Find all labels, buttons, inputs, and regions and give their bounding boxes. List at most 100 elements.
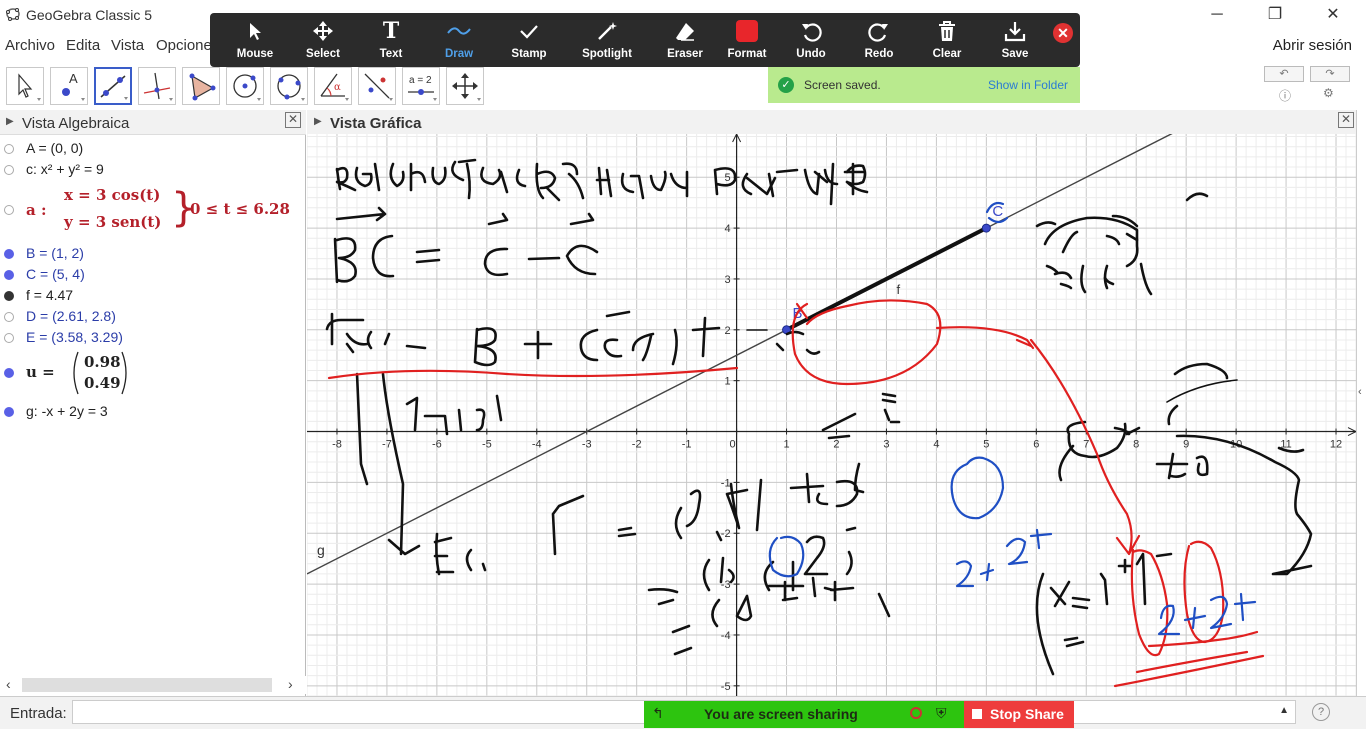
visibility-toggle[interactable] [4, 144, 14, 154]
drag-handle-icon[interactable]: ↰ [652, 705, 664, 722]
format-button[interactable]: Format [716, 13, 778, 67]
move-graphics-tool-icon [452, 73, 481, 101]
algebra-row[interactable]: f = 4.47 [0, 287, 300, 307]
grid [307, 134, 1356, 696]
circle-three-points-tool-button[interactable] [270, 67, 308, 105]
close-annotation-toolbar-button[interactable]: ✕ [1053, 23, 1073, 43]
visibility-toggle[interactable] [4, 205, 14, 215]
algebra-row[interactable]: g: -x + 2y = 3 [0, 403, 300, 423]
text-button[interactable]: T Text [360, 13, 422, 67]
move-graphics-tool-button[interactable] [446, 67, 484, 105]
graphics-view-title: Vista Gráfica [330, 115, 422, 132]
menu-vista[interactable]: Vista [111, 37, 144, 54]
undo-button[interactable]: Undo [780, 13, 842, 67]
algebra-row[interactable]: E = (3.58, 3.29) [0, 329, 300, 349]
algebra-row[interactable]: D = (2.61, 2.8) [0, 308, 300, 328]
x-tick-label: 2 [833, 439, 839, 451]
menu-edita[interactable]: Edita [66, 37, 100, 54]
stop-square-icon [972, 709, 982, 719]
window-title: GeoGebra Classic 5 [26, 7, 153, 23]
redo-small-button[interactable]: ↷ [1310, 66, 1350, 82]
screen-sharing-bar: ↰ You are screen sharing ⛨ [644, 701, 964, 728]
angle-tool-button[interactable]: α [314, 67, 352, 105]
algebra-row[interactable]: A = (0, 0) [0, 140, 300, 160]
stop-share-button[interactable]: Stop Share [964, 701, 1074, 728]
algebra-row[interactable]: B = (1, 2) [0, 245, 300, 265]
help-small-icon[interactable]: ⓘ [1279, 87, 1291, 104]
redo-button[interactable]: Redo [848, 13, 910, 67]
scrollbar-thumb[interactable] [22, 678, 272, 692]
algebra-row[interactable]: C = (5, 4) [0, 266, 300, 286]
point-tool-button[interactable]: A [50, 67, 88, 105]
x-tick-label: -1 [682, 439, 692, 451]
x-tick-label: 5 [983, 439, 989, 451]
save-button[interactable]: Save [984, 13, 1046, 67]
slider-tool-icon: a = 2 [408, 75, 437, 101]
mouse-button[interactable]: Mouse [224, 13, 286, 67]
angle-tool-icon: α [320, 73, 349, 101]
polygon-tool-button[interactable] [182, 67, 220, 105]
visibility-toggle[interactable] [4, 407, 14, 417]
minimize-button[interactable]: ─ [1194, 0, 1240, 30]
draw-button[interactable]: Draw [428, 13, 490, 67]
input-help-icon[interactable]: ? [1312, 703, 1330, 721]
spotlight-label: Spotlight [582, 48, 632, 60]
undo-small-button[interactable]: ↶ [1264, 66, 1304, 82]
draw-wave-icon [428, 19, 490, 43]
algebra-row-vector[interactable]: u = 0.98 0.49 [0, 350, 300, 396]
close-graphics-view-button[interactable]: ✕ [1338, 112, 1354, 128]
collapse-triangle-icon[interactable]: ▶ [314, 116, 322, 127]
x-tick-label: 12 [1330, 439, 1342, 451]
visibility-toggle[interactable] [4, 312, 14, 322]
visibility-toggle[interactable] [4, 270, 14, 280]
algebra-horizontal-scrollbar[interactable]: ‹ › [0, 676, 306, 694]
collapse-triangle-icon[interactable]: ▶ [6, 116, 14, 127]
show-in-folder-link[interactable]: Show in Folder [988, 78, 1068, 92]
format-label: Format [727, 48, 767, 60]
wand-icon [574, 19, 640, 43]
visibility-toggle[interactable] [4, 368, 14, 378]
perpendicular-tool-button[interactable] [138, 67, 176, 105]
maximize-button[interactable]: ❐ [1252, 0, 1298, 30]
visibility-toggle[interactable] [4, 249, 14, 259]
x-tick-label: 8 [1133, 439, 1139, 451]
login-link[interactable]: Abrir sesión [1273, 37, 1352, 54]
scroll-left-icon[interactable]: ‹ [6, 676, 11, 692]
algebra-entry: c: x² + y² = 9 [26, 161, 104, 177]
x-tick-label: -3 [582, 439, 592, 451]
screen-sharing-text: You are screen sharing [704, 706, 858, 722]
geogebra-logo-icon [6, 8, 20, 21]
save-icon [984, 19, 1046, 43]
graphics-side-toggle[interactable]: ‹ [1356, 110, 1366, 696]
spotlight-button[interactable]: Spotlight [574, 13, 640, 67]
reflect-tool-button[interactable] [358, 67, 396, 105]
move-tool-button[interactable] [6, 67, 44, 105]
input-dropdown-icon[interactable]: ▲ [1279, 705, 1289, 716]
close-window-button[interactable]: ✕ [1310, 0, 1356, 30]
x-tick-label: 3 [883, 439, 889, 451]
curve-y-equation: y = 3 sen(t) [64, 213, 162, 231]
expand-arrow-icon[interactable]: ‹ [1358, 386, 1362, 398]
graphics-canvas[interactable]: -8 -7 -6 -5 -4 -3 -2 -1 0 1 2 3 4 5 6 7 8 9 10 11 1254321-1-… [307, 134, 1356, 696]
close-algebra-view-button[interactable]: ✕ [285, 112, 301, 128]
stamp-button[interactable]: Stamp [498, 13, 560, 67]
stop-share-label: Stop Share [990, 706, 1064, 722]
checkmark-icon [498, 19, 560, 43]
algebra-row-curve[interactable]: a : x = 3 cos(t) y = 3 sen(t) } 0 ≤ t ≤ … [0, 183, 300, 237]
select-button[interactable]: Select [292, 13, 354, 67]
slider-tool-button[interactable]: a = 2 [402, 67, 440, 105]
algebra-view-header: ▶ Vista Algebraica ✕ [0, 110, 306, 135]
algebra-row[interactable]: c: x² + y² = 9 [0, 161, 300, 181]
line-tool-button[interactable] [94, 67, 132, 105]
menu-archivo[interactable]: Archivo [5, 37, 55, 54]
clear-button[interactable]: Clear [916, 13, 978, 67]
visibility-toggle[interactable] [4, 165, 14, 175]
settings-gear-icon[interactable]: ⚙ [1323, 86, 1334, 100]
scroll-right-icon[interactable]: › [288, 676, 293, 692]
menu-opciones[interactable]: Opcione [156, 37, 212, 54]
visibility-toggle[interactable] [4, 291, 14, 301]
circle-center-tool-button[interactable] [226, 67, 264, 105]
eraser-button[interactable]: Eraser [654, 13, 716, 67]
visibility-toggle[interactable] [4, 333, 14, 343]
point-c [981, 223, 991, 233]
